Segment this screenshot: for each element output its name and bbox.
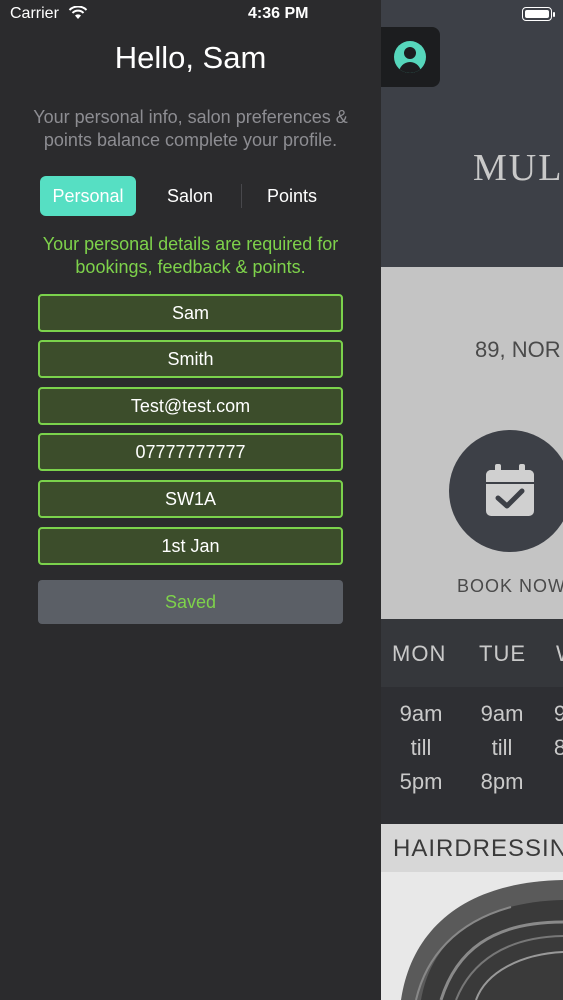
profile-tabs: Personal Salon Points <box>40 176 340 216</box>
day-label: TUE <box>479 641 526 666</box>
day-header-row: MON TUE W <box>381 619 563 687</box>
last-name-field[interactable]: Smith <box>38 340 343 378</box>
close-time: 5pm <box>399 769 443 794</box>
email-field[interactable]: Test@test.com <box>38 387 343 425</box>
first-name-field[interactable]: Sam <box>38 294 343 332</box>
till-label: till <box>410 735 432 760</box>
salon-header: MULL <box>381 0 563 267</box>
salon-brand-title: MULL <box>473 147 563 189</box>
open-time: 9am <box>399 701 443 726</box>
tab-salon[interactable]: Salon <box>145 176 235 216</box>
book-now-label[interactable]: BOOK NOW <box>457 576 563 597</box>
day-label: MON <box>392 641 447 666</box>
day-label: W <box>556 641 563 667</box>
salon-address: 89, NOR <box>475 337 561 362</box>
greeting-title: Hello, Sam <box>114 40 267 75</box>
wifi-icon <box>68 6 88 19</box>
profile-subtitle: Your personal info, salon preferences & … <box>33 107 348 150</box>
saved-button[interactable]: Saved <box>38 580 343 624</box>
close-time: 8pm <box>480 769 524 794</box>
salon-info-panel: 89, NOR BOOK NOW <box>381 267 563 619</box>
tab-divider <box>241 184 242 208</box>
clock: 4:36 PM <box>248 5 309 22</box>
hours-cell: 9 8 <box>520 697 563 765</box>
birthday-field[interactable]: 1st Jan <box>38 527 343 565</box>
hairdressing-title: HAIRDRESSING <box>393 835 563 862</box>
user-avatar-icon <box>394 41 426 73</box>
salon-home-screen: MULL 89, NOR BOOK NOW MON TUE W 9am till… <box>381 0 563 1000</box>
calendar-check-icon <box>486 464 534 516</box>
postcode-field[interactable]: SW1A <box>38 480 343 518</box>
personal-details-notice: Your personal details are required for b… <box>42 234 339 277</box>
battery-icon <box>522 7 555 21</box>
opening-hours: MON TUE W 9am till 5pm 9am till 8pm 9 8 <box>381 619 563 824</box>
profile-drawer: Hello, Sam Your personal info, salon pre… <box>0 0 381 1000</box>
hours-cell: 9am till 5pm <box>381 697 461 799</box>
book-now-button[interactable] <box>449 430 563 552</box>
tab-points[interactable]: Points <box>247 176 337 216</box>
hair-photo <box>381 872 563 1000</box>
status-bar: Carrier 4:36 PM <box>0 0 563 30</box>
open-time: 9 <box>553 701 563 726</box>
carrier-label: Carrier <box>10 5 59 22</box>
close-time: 8 <box>553 735 563 760</box>
phone-field[interactable]: 07777777777 <box>38 433 343 471</box>
hairdressing-section[interactable]: HAIRDRESSING <box>381 824 563 1000</box>
tab-personal[interactable]: Personal <box>40 176 136 216</box>
profile-button[interactable] <box>381 27 440 87</box>
